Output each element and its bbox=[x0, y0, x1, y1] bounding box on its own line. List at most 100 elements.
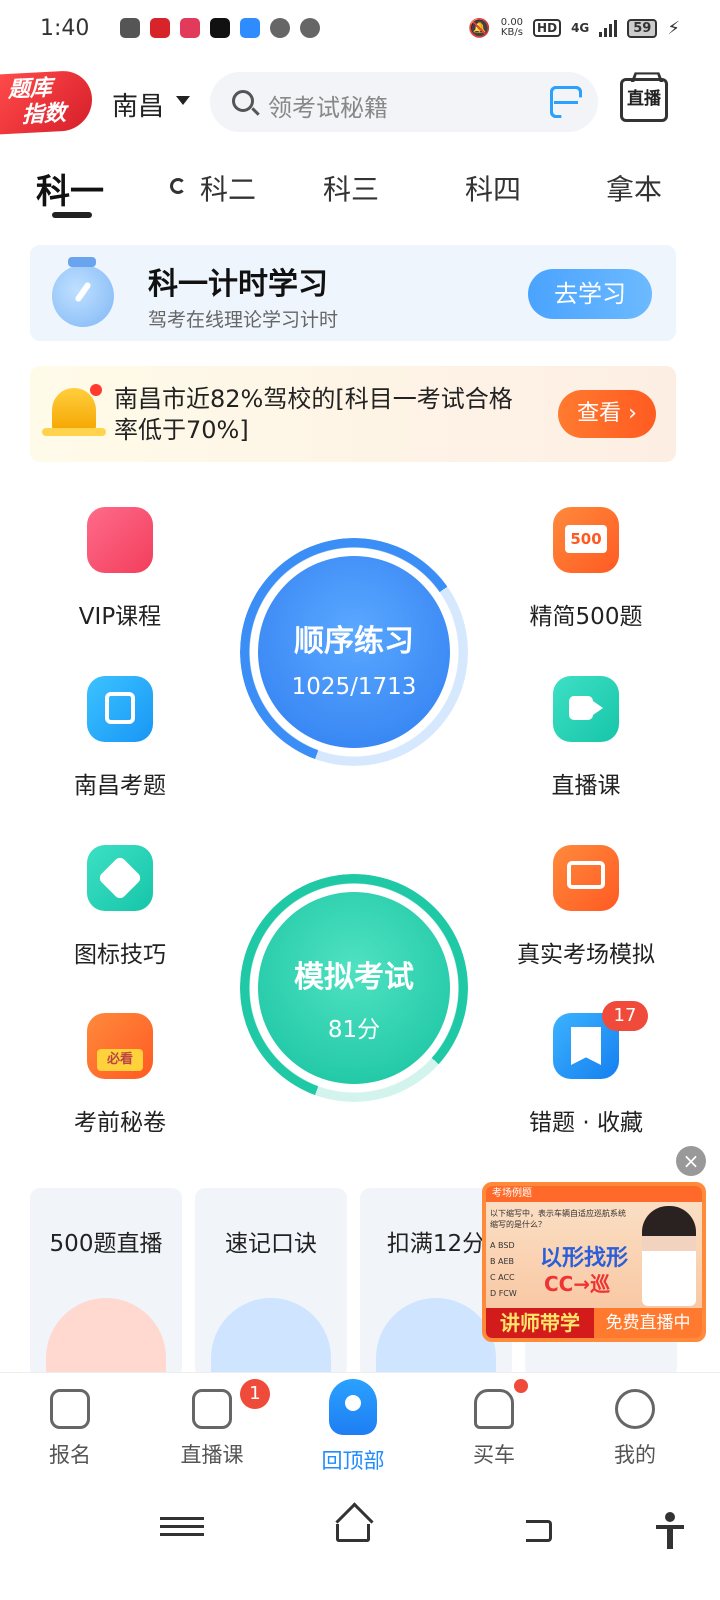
mock-title: 模拟考试 bbox=[294, 960, 414, 995]
wrong-fav-label: 错题 · 收藏 bbox=[529, 1110, 643, 1136]
close-icon[interactable]: × bbox=[676, 1146, 706, 1176]
go-study-button[interactable]: 去学习 bbox=[528, 269, 652, 319]
live-tv-button[interactable]: 直播 bbox=[620, 78, 668, 122]
loading-icon bbox=[170, 178, 186, 194]
alert-text: 南昌市近82%驾校的[科目一考试合格率低于70%] bbox=[114, 385, 513, 444]
500-tag: 500 bbox=[565, 525, 607, 553]
wechat-icon bbox=[300, 18, 320, 38]
accessibility-icon[interactable] bbox=[648, 1512, 692, 1549]
ad-header: 考场例题 bbox=[486, 1186, 702, 1202]
live-illustration bbox=[46, 1298, 166, 1378]
practice-title: 顺序练习 bbox=[294, 624, 414, 659]
mute-icon: 🔕 bbox=[468, 17, 491, 39]
promo-title: 500题直播 bbox=[49, 1231, 163, 1257]
study-subtitle: 驾考在线理论学习计时 bbox=[148, 309, 339, 331]
nanchang-questions-item[interactable]: 南昌考题 bbox=[30, 676, 210, 800]
tab-ke2[interactable]: 科二 bbox=[200, 168, 256, 208]
live-badge: 1 bbox=[240, 1379, 270, 1409]
nav-back-to-top[interactable]: 回顶部 bbox=[293, 1379, 413, 1475]
nanchang-questions-label: 南昌考题 bbox=[74, 773, 166, 799]
app-notification-icon bbox=[120, 18, 140, 38]
live-course-item[interactable]: 直播课 bbox=[496, 676, 676, 800]
stopwatch-icon bbox=[52, 257, 114, 327]
ad-option: D FCW bbox=[490, 1289, 517, 1298]
city-selector[interactable]: 南昌 bbox=[112, 86, 164, 123]
vip-course-label: VIP课程 bbox=[78, 604, 162, 630]
subject-tabs: 科一 科二 科三 科四 拿本 bbox=[0, 162, 720, 222]
real-exam-label: 真实考场模拟 bbox=[517, 942, 655, 968]
timed-study-card[interactable]: 科一计时学习 驾考在线理论学习计时 去学习 bbox=[30, 245, 676, 341]
status-app-icons bbox=[120, 18, 320, 38]
jingjian-500-item[interactable]: 500 精简500题 bbox=[496, 507, 676, 631]
logo-line2: 指数 bbox=[22, 100, 67, 129]
tab-ke1[interactable]: 科一 bbox=[36, 164, 104, 213]
back-icon[interactable] bbox=[526, 1520, 552, 1542]
ad-option: B AEB bbox=[490, 1257, 515, 1266]
nav-label: 回顶部 bbox=[321, 1449, 385, 1473]
ad-option: C ACC bbox=[490, 1273, 515, 1282]
location-icon bbox=[87, 676, 153, 742]
promo-500-live[interactable]: 500题直播 bbox=[30, 1188, 182, 1378]
search-input[interactable]: 领考试秘籍 bbox=[268, 88, 388, 123]
sequential-practice-button[interactable]: 顺序练习 1025/1713 bbox=[240, 538, 468, 766]
live-course-label: 直播课 bbox=[551, 773, 621, 799]
home-icon[interactable] bbox=[336, 1524, 370, 1542]
must-see-tag: 必看 bbox=[97, 1049, 143, 1071]
ad-question: 以下缩写中，表示车辆自适应巡航系统缩写的是什么？ bbox=[490, 1209, 626, 1229]
mock-exam-button[interactable]: 模拟考试 81分 bbox=[240, 874, 468, 1102]
nav-buy-car[interactable]: 买车 bbox=[434, 1389, 554, 1469]
app-notification-icon bbox=[180, 18, 200, 38]
study-title: 科一计时学习 bbox=[148, 267, 328, 302]
ad-options: A BSD B AEB C ACC D FCW bbox=[490, 1238, 517, 1302]
tv-icon bbox=[192, 1389, 232, 1429]
system-nav-bar bbox=[0, 1490, 720, 1600]
battery-icon: 59 bbox=[627, 18, 658, 38]
bell-icon bbox=[40, 382, 106, 444]
road-sign-icon bbox=[87, 845, 153, 911]
nav-label: 我的 bbox=[614, 1443, 656, 1467]
secret-paper-item[interactable]: 必看 考前秘卷 bbox=[30, 1013, 210, 1137]
scan-icon-line bbox=[554, 101, 578, 104]
monitor-icon bbox=[553, 845, 619, 911]
jingjian-500-label: 精简500题 bbox=[529, 604, 643, 630]
network-speed: 0.00 KB/s bbox=[501, 18, 523, 38]
hd-icon: HD bbox=[533, 19, 562, 37]
study-illustration bbox=[211, 1298, 331, 1378]
tab-ke3[interactable]: 科三 bbox=[323, 168, 379, 208]
wrong-fav-item[interactable]: 错题 · 收藏 bbox=[496, 1013, 676, 1137]
ad-cc-text: CC→巡 bbox=[544, 1272, 611, 1296]
chevron-down-icon[interactable] bbox=[176, 96, 190, 105]
signal-icon bbox=[599, 19, 618, 37]
mock-score: 81分 bbox=[327, 1017, 381, 1043]
wrong-count-badge: 17 bbox=[602, 1001, 648, 1031]
menu-icon[interactable] bbox=[160, 1512, 204, 1548]
search-bar[interactable]: 领考试秘籍 bbox=[210, 72, 598, 132]
signup-icon bbox=[50, 1389, 90, 1429]
promo-mnemonic[interactable]: 速记口诀 bbox=[195, 1188, 347, 1378]
search-icon bbox=[232, 90, 254, 112]
status-indicators: 🔕 0.00 KB/s HD 4G 59 ⚡ bbox=[468, 18, 680, 39]
view-button[interactable]: 查看 › bbox=[558, 390, 656, 438]
app-notification-icon bbox=[210, 18, 230, 38]
sign-tips-item[interactable]: 图标技巧 bbox=[30, 845, 210, 969]
tab-active-indicator bbox=[52, 212, 92, 218]
vip-icon bbox=[87, 507, 153, 573]
tiku-index-logo[interactable]: 题库 指数 bbox=[0, 69, 92, 135]
charging-icon: ⚡ bbox=[667, 17, 680, 39]
vip-course-item[interactable]: VIP课程 bbox=[30, 507, 210, 631]
header: 题库 指数 南昌 领考试秘籍 直播 bbox=[0, 68, 720, 136]
mock-core: 模拟考试 81分 bbox=[258, 892, 450, 1084]
tab-license[interactable]: 拿本 bbox=[606, 168, 662, 208]
real-exam-item[interactable]: 真实考场模拟 bbox=[496, 845, 676, 969]
nav-signup[interactable]: 报名 bbox=[10, 1389, 130, 1469]
video-camera-icon bbox=[553, 676, 619, 742]
pass-rate-alert-card[interactable]: 南昌市近82%驾校的[科目一考试合格率低于70%] 查看 › bbox=[30, 366, 676, 462]
tab-ke4[interactable]: 科四 bbox=[465, 168, 521, 208]
app-notification-icon bbox=[240, 18, 260, 38]
nav-label: 直播课 bbox=[180, 1443, 244, 1467]
nav-mine[interactable]: 我的 bbox=[575, 1389, 695, 1469]
speed-unit: KB/s bbox=[500, 27, 523, 38]
practice-count: 1025/1713 bbox=[291, 674, 417, 700]
ad-footer-left: 讲师带学 bbox=[486, 1308, 594, 1338]
floating-live-ad[interactable]: 考场例题 以下缩写中，表示车辆自适应巡航系统缩写的是什么？ A BSD B AE… bbox=[482, 1182, 706, 1342]
